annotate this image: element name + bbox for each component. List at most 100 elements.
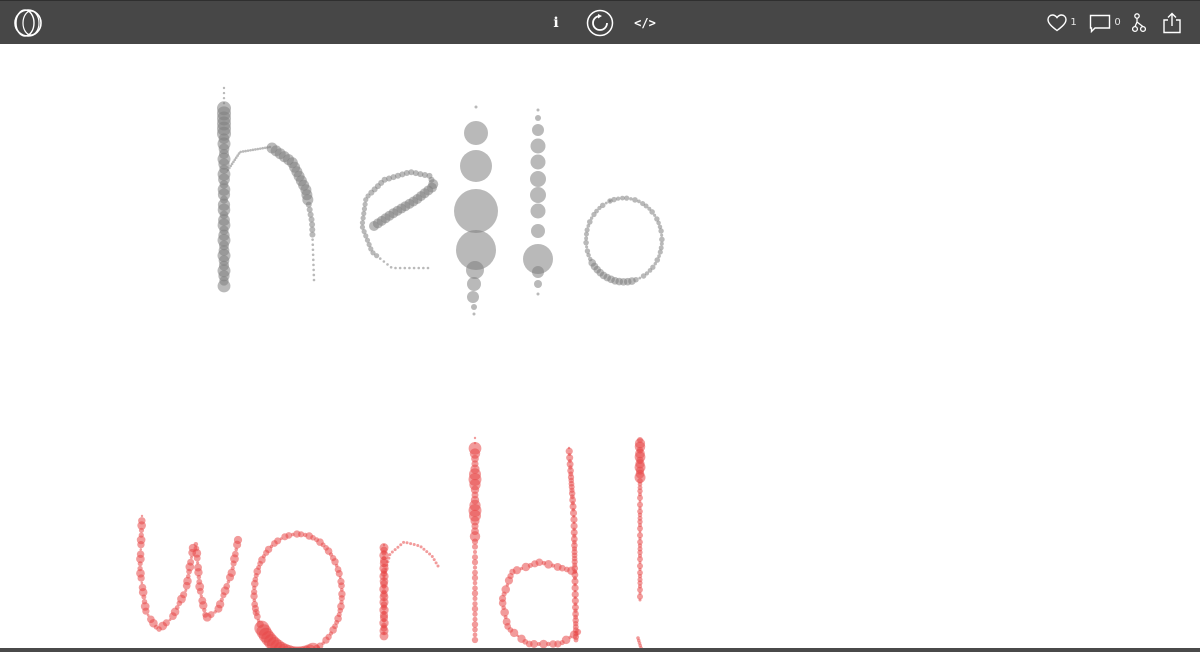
hello-dot [607,198,613,204]
world-dot [409,542,413,546]
world-dot [384,567,388,571]
world-dot [471,621,479,628]
hello-dot [471,304,477,310]
hello-dot [249,148,252,152]
hello-dot [408,266,411,270]
hello-dot [659,241,664,246]
hello-dot [588,256,593,262]
hello-dot [604,201,608,205]
hello-dot [311,248,315,252]
hello-dot [426,266,430,270]
comment-count: 0 [1114,16,1121,28]
hello-dot [616,196,621,201]
world-dot [382,574,386,578]
fork-button[interactable] [1130,1,1148,45]
hello-dot [222,96,226,100]
hello-dot [657,249,663,255]
hello-dot [363,197,369,203]
world-dot [223,582,231,590]
hello-dot [241,150,245,153]
world-dot [419,545,423,549]
world-dot [553,562,562,571]
share-icon [1163,12,1181,34]
world-dot [472,565,478,570]
world-dot [137,561,143,567]
hello-dot [378,257,382,260]
hello-dot [659,236,665,243]
world-dot [402,540,406,544]
world-dot [139,548,143,551]
hello-dot [359,220,366,226]
hello-dot [649,209,655,215]
hello-dot [311,238,314,241]
like-button[interactable]: 1 [1044,1,1080,45]
hello-dot [472,312,476,316]
world-dot [379,631,389,641]
hello-dot [312,263,315,267]
hello-dot [394,266,397,270]
world-dot [385,563,389,567]
world-dot [638,598,642,602]
world-dot [425,550,429,554]
world-dot [472,580,478,586]
hello-dot [474,105,478,109]
hello-dot [530,171,546,187]
world-dot [252,609,260,617]
fork-icon [1132,13,1146,33]
sketch-canvas[interactable] [0,44,1200,652]
hello-dot [263,146,267,150]
code-button[interactable]: </> [632,1,658,45]
hello-dot [422,266,425,270]
hello-dot [374,253,380,259]
hello-dot [311,253,315,257]
world-dot [472,601,478,607]
hello-dot [640,273,647,279]
world-dot [388,553,392,557]
hello-dot [312,258,315,262]
world-dot [137,540,145,549]
hello-dot [261,146,264,150]
hello-dot [584,227,590,233]
world-dot [233,535,243,545]
world-dot [637,494,643,501]
world-dot [422,547,426,551]
world-dot [196,574,202,580]
world-dot [405,541,409,545]
hello-dot [460,150,492,182]
world-dot [472,611,478,617]
world-dot [471,559,479,566]
hello-dot [660,233,664,237]
world-dot [472,549,478,554]
world-dot [396,545,400,549]
hello-dot [583,231,589,237]
world-dot [412,543,416,547]
comment-button[interactable]: 0 [1087,1,1123,45]
hello-dot [599,202,606,209]
share-button[interactable] [1160,1,1184,45]
top-toolbar: i </> 1 0 [0,0,1200,44]
hello-dot [530,203,546,219]
world-dot [434,561,438,565]
hello-dot [532,124,544,136]
world-dot [428,552,432,556]
hello-dot [530,187,546,203]
hello-dot [654,257,661,263]
hello-dot [362,201,368,207]
world-dot [335,569,343,577]
hello-dot [658,228,664,234]
hello-dot [534,280,542,288]
world-dot [471,538,479,545]
hello-dot [656,220,661,226]
world-dot [141,594,147,600]
world-dot [187,558,195,566]
logo-button[interactable] [10,1,46,45]
world-dot [436,564,440,568]
hello-dot [239,150,242,154]
world-dot [386,560,390,564]
restart-button[interactable] [584,1,616,45]
hello-dot [587,219,593,225]
info-button[interactable]: i [546,1,566,45]
world-dot [180,591,188,599]
hello-dot [386,263,389,266]
world-dot [138,527,145,533]
